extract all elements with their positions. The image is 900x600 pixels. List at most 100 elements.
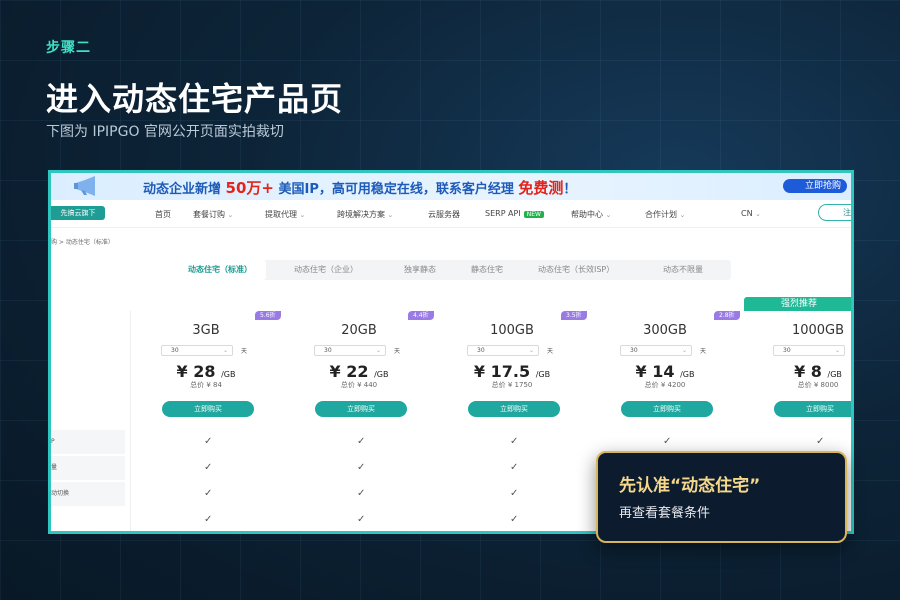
check-icon: ✓: [357, 488, 366, 499]
new-badge: NEW: [523, 211, 544, 218]
buy-now-button[interactable]: 立即购买: [621, 401, 713, 417]
callout-subtitle: 再查看套餐条件: [619, 506, 711, 521]
tip-callout: 先认准“动态住宅” 再查看套餐条件: [596, 451, 847, 543]
nav-item-serp-api[interactable]: SERP API NEW: [485, 209, 544, 218]
breadcrumb: 购 > 动态住宅（标准）: [51, 239, 114, 246]
nav-item-cloud-server[interactable]: 云服务器: [428, 209, 460, 220]
tab-dynamic-unlimited[interactable]: 动态不限量: [663, 260, 703, 280]
discount-badge: 5.6折: [255, 311, 281, 320]
chevron-down-icon: ⌄: [679, 211, 686, 219]
buy-now-button[interactable]: 立即购买: [315, 401, 407, 417]
total-price: 总价 ¥ 4200: [644, 381, 686, 389]
tab-dynamic-residential-enterprise[interactable]: 动态住宅（企业）: [294, 260, 358, 280]
banner-free-test: 免费测: [518, 179, 564, 197]
tab-dynamic-residential-isp[interactable]: 动态住宅（长效ISP）: [538, 260, 614, 280]
brand-chip[interactable]: 先搞云旗下: [51, 206, 105, 220]
tab-dedicated-static[interactable]: 独享静态: [404, 260, 436, 280]
language-selector[interactable]: CN ⌄: [741, 209, 761, 218]
discount-badge: 2.8折: [714, 311, 740, 320]
days-value: 30: [171, 347, 179, 354]
banner-highlight: 50万+: [225, 179, 274, 197]
price-value: ¥ 8: [794, 362, 822, 381]
nav-item-partner[interactable]: 合作计划 ⌄: [645, 209, 685, 220]
check-icon: ✓: [510, 514, 519, 525]
total-price: 总价 ¥ 440: [340, 381, 378, 389]
plan-size: 100GB: [490, 323, 534, 338]
chevron-down-icon: ⌄: [605, 211, 612, 219]
unit-price: ¥ 14 /GB: [590, 362, 740, 381]
discount-badge: 3.5折: [561, 311, 587, 320]
recommend-badge: 强烈推荐: [744, 297, 851, 311]
step-label: 步骤二: [46, 40, 91, 56]
total-price: 总价 ¥ 1750: [491, 381, 533, 389]
check-icon: ✓: [663, 436, 672, 447]
callout-title: 先认准“动态住宅”: [619, 476, 761, 496]
banner-text-c: ！: [563, 182, 577, 197]
chevron-down-icon: ⌄: [227, 211, 234, 219]
nav-item-extract[interactable]: 提取代理 ⌄: [265, 209, 305, 220]
buy-now-button[interactable]: 立即购买: [774, 401, 851, 417]
chevron-down-icon: ⌄: [681, 347, 687, 354]
days-select[interactable]: 30 ⌄: [467, 345, 539, 356]
price-unit: /GB: [535, 370, 551, 379]
product-tabs: 动态住宅（标准） 动态住宅（企业） 独享静态 静态住宅 动态住宅（长效ISP） …: [174, 260, 731, 280]
days-value: 30: [477, 347, 485, 354]
megaphone-icon: [74, 176, 95, 196]
plan-size: 3GB: [192, 323, 220, 338]
register-button[interactable]: 注册: [818, 204, 851, 221]
price-unit: /GB: [374, 370, 389, 379]
chevron-down-icon: ⌄: [834, 347, 840, 354]
check-icon: ✓: [204, 462, 213, 473]
nav-item-help[interactable]: 帮助中心 ⌄: [571, 209, 611, 220]
buy-now-button[interactable]: 立即购买: [162, 401, 254, 417]
plan-size: 20GB: [341, 323, 377, 338]
check-icon: ✓: [357, 436, 366, 447]
feature-label: P: [51, 430, 125, 454]
banner-buy-button[interactable]: 立即抢购: [783, 179, 847, 193]
discount-badge: 4.4折: [408, 311, 434, 320]
check-icon: ✓: [204, 514, 213, 525]
buy-now-button[interactable]: 立即购买: [468, 401, 560, 417]
total-price: 总价 ¥ 8000: [797, 381, 839, 389]
price-value: ¥ 22: [329, 362, 369, 381]
days-select[interactable]: 30 ⌄: [314, 345, 386, 356]
days-select[interactable]: 30 ⌄: [620, 345, 692, 356]
nav-item-plans[interactable]: 套餐订购 ⌄: [193, 209, 233, 220]
tab-dynamic-residential-standard[interactable]: 动态住宅（标准）: [174, 260, 266, 280]
chevron-down-icon: ⌄: [222, 347, 228, 354]
feature-label: 动切换: [51, 482, 125, 506]
language-label: CN: [741, 209, 753, 218]
banner-text-b: 美国IP，高可用稳定在线，联系客户经理: [273, 182, 519, 197]
price-value: ¥ 14: [635, 362, 675, 381]
days-select[interactable]: 30 ⌄: [773, 345, 845, 356]
day-unit: 天: [547, 348, 554, 355]
unit-price: ¥ 17.5 /GB: [437, 362, 587, 381]
check-icon: ✓: [357, 462, 366, 473]
promo-banner[interactable]: 动态企业新增 50万+ 美国IP，高可用稳定在线，联系客户经理 免费测！ 立即抢…: [51, 173, 851, 200]
price-unit: /GB: [827, 370, 842, 379]
nav-item-partner-label: 合作计划: [645, 210, 677, 219]
chevron-down-icon: ⌄: [299, 211, 306, 219]
price-unit: /GB: [680, 370, 695, 379]
plan-size: 1000GB: [791, 323, 845, 338]
nav-item-home[interactable]: 首页: [155, 209, 171, 220]
nav-item-extract-label: 提取代理: [265, 210, 297, 219]
feature-label: 量: [51, 456, 125, 480]
nav-item-solutions[interactable]: 跨境解决方案 ⌄: [337, 209, 393, 220]
days-value: 30: [783, 347, 791, 354]
check-icon: ✓: [816, 436, 825, 447]
chevron-down-icon: ⌄: [528, 347, 534, 354]
check-icon: ✓: [357, 514, 366, 525]
top-nav: 先搞云旗下 首页 套餐订购 ⌄ 提取代理 ⌄ 跨境解决方案 ⌄ 云服务器 SER…: [51, 200, 851, 228]
days-select[interactable]: 30 ⌄: [161, 345, 233, 356]
day-unit: 天: [241, 348, 248, 355]
price-unit: /GB: [221, 370, 236, 379]
page-title: 进入动态住宅产品页: [46, 80, 344, 118]
nav-item-help-label: 帮助中心: [571, 210, 603, 219]
nav-item-plans-label: 套餐订购: [193, 210, 225, 219]
nav-item-serp-label: SERP API: [485, 209, 521, 218]
check-icon: ✓: [204, 488, 213, 499]
unit-price: ¥ 8 /GB: [743, 362, 851, 381]
check-icon: ✓: [510, 462, 519, 473]
tab-static-residential[interactable]: 静态住宅: [471, 260, 503, 280]
